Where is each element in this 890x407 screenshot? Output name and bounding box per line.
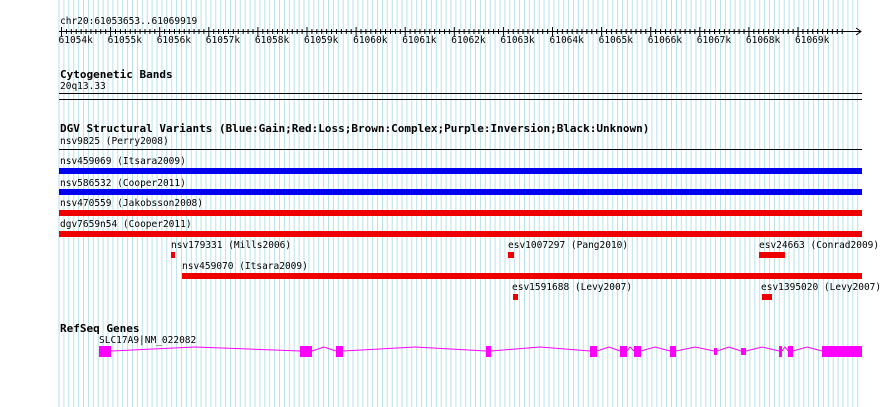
variant-label-esv1591688[interactable]: esv1591688 (Levy2007) bbox=[512, 282, 632, 293]
ruler-tick-label: 61063k bbox=[500, 35, 535, 46]
ruler-tick-label: 61067k bbox=[696, 35, 732, 46]
variant-label-nsv9825[interactable]: nsv9825 (Perry2008) bbox=[60, 136, 169, 147]
variant-label-dgv7659n54[interactable]: dgv7659n54 (Cooper2011) bbox=[60, 219, 192, 230]
variant-label-esv1007297[interactable]: esv1007297 (Pang2010) bbox=[508, 240, 628, 251]
variant-bar-nsv9825[interactable] bbox=[59, 149, 862, 150]
variant-label-nsv459070[interactable]: nsv459070 (Itsara2009) bbox=[182, 261, 308, 272]
ruler-tick-label: 61064k bbox=[549, 35, 584, 46]
cytoband-label: 20q13.33 bbox=[60, 81, 106, 92]
variant-bar-dgv7659n54[interactable] bbox=[59, 231, 862, 237]
ruler-tick-label: 61068k bbox=[745, 35, 781, 46]
variant-bar-esv24663[interactable] bbox=[759, 252, 785, 258]
ruler-tick-label: 61055k bbox=[107, 35, 142, 46]
variant-label-esv24663[interactable]: esv24663 (Conrad2009) bbox=[759, 240, 879, 251]
ruler-tick-label: 61056k bbox=[156, 35, 192, 46]
cytoband-line-bottom bbox=[59, 99, 862, 100]
variant-bar-esv1007297[interactable] bbox=[508, 252, 514, 258]
ruler-tick-label: 61066k bbox=[647, 35, 683, 46]
refseq-title: RefSeq Genes bbox=[60, 322, 140, 335]
ruler-tick-label: 61058k bbox=[254, 35, 290, 46]
variant-bar-nsv459069[interactable] bbox=[59, 168, 862, 174]
ruler-tick-label: 61057k bbox=[205, 35, 241, 46]
variant-label-esv1395020[interactable]: esv1395020 (Levy2007) bbox=[761, 282, 881, 293]
variant-bar-nsv179331[interactable] bbox=[171, 252, 175, 258]
variant-bar-nsv586532[interactable] bbox=[59, 189, 862, 195]
ruler-tick-label: 61065k bbox=[598, 35, 633, 46]
variant-label-nsv179331[interactable]: nsv179331 (Mills2006) bbox=[171, 240, 291, 251]
ruler-tick-label: 61069k bbox=[795, 35, 830, 46]
dgv-title: DGV Structural Variants (Blue:Gain;Red:L… bbox=[60, 122, 650, 135]
ruler-tick-label: 61061k bbox=[402, 35, 437, 46]
variant-bar-nsv470559[interactable] bbox=[59, 210, 862, 216]
cytoband-line-top bbox=[59, 93, 862, 94]
ruler-tick-label: 61062k bbox=[451, 35, 486, 46]
cytobands-title: Cytogenetic Bands bbox=[60, 68, 173, 81]
ruler-tick-label: 61054k bbox=[58, 35, 93, 46]
variant-bar-esv1591688[interactable] bbox=[513, 294, 518, 300]
variant-bar-esv1395020[interactable] bbox=[762, 294, 772, 300]
variant-label-nsv470559[interactable]: nsv470559 (Jakobsson2008) bbox=[60, 198, 203, 209]
variant-label-nsv459069[interactable]: nsv459069 (Itsara2009) bbox=[60, 156, 186, 167]
variant-bar-nsv459070[interactable] bbox=[182, 273, 862, 279]
ruler-tick-label: 61060k bbox=[353, 35, 388, 46]
ruler-tick-label: 61059k bbox=[304, 35, 339, 46]
variant-label-nsv586532[interactable]: nsv586532 (Cooper2011) bbox=[60, 178, 186, 189]
gene-model-slc17a9[interactable] bbox=[0, 340, 890, 370]
